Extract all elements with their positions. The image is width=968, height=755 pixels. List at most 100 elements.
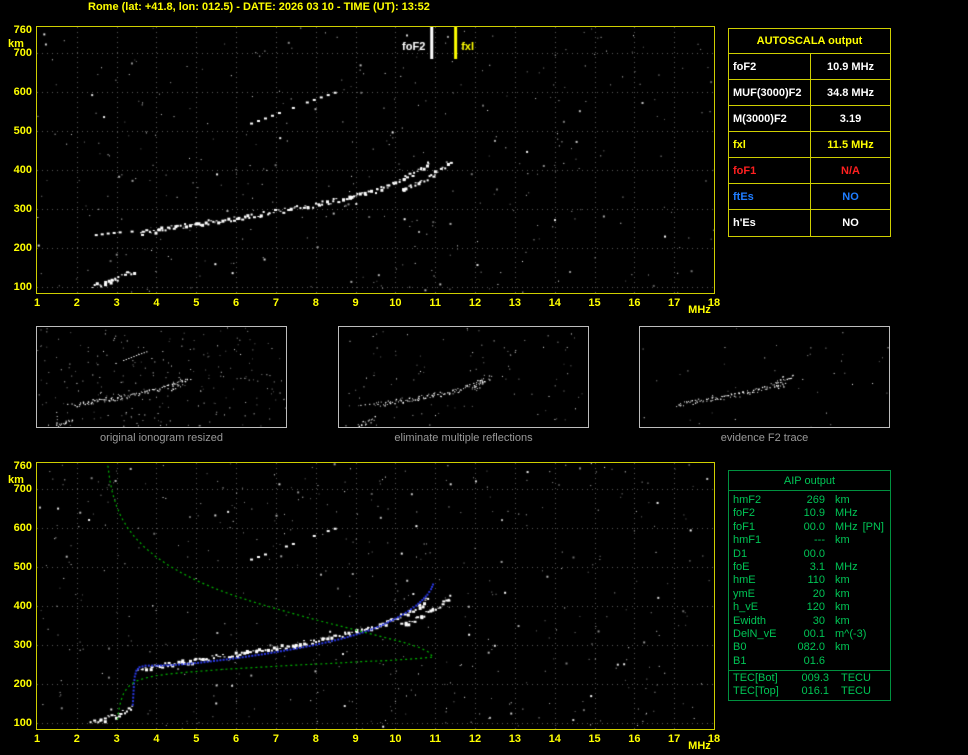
aip-row-hmE: hmE 110 km (733, 574, 886, 587)
x-tick-label: 4 (153, 733, 160, 745)
thumbnail-caption-3: evidence F2 trace (720, 432, 809, 444)
aip-output-rows: hmF2 269 km foF2 10.9 MHz foF1 00.0 MHz [PN] hmF1 -… (729, 491, 890, 668)
x-tick-label: 5 (193, 733, 200, 745)
aip-param-unit: m^(-3) (835, 627, 867, 640)
aip-output-title: AIP output (729, 471, 890, 491)
y-tick-label: 200 (13, 242, 32, 255)
aip-param-value: 30 (812, 614, 825, 627)
autoscala-output-panel: AUTOSCALA output foF2 10.9 MHz MUF(3000)F2… (728, 28, 891, 237)
aip-param-unit: MHz (835, 507, 858, 520)
autoscala-param-value: NO (842, 217, 859, 229)
autoscala-param-label: h'Es (729, 210, 811, 236)
autoscala-param-value: 34.8 MHz (826, 87, 875, 99)
measured-ionogram-canvas (36, 26, 715, 294)
aip-param-label: TEC[Top] (733, 685, 779, 697)
aip-param-label: foF1 (733, 520, 756, 533)
thumbnail-caption-2: eliminate multiple reflections (394, 432, 533, 444)
aip-param-value: --- (814, 534, 825, 547)
aip-row-hmF2: hmF2 269 km (733, 494, 886, 507)
aip-row-B1: B1 01.6 (733, 655, 886, 668)
x-tick-label: 1 (33, 297, 41, 309)
x-axis-unit-label: MHz (688, 740, 711, 752)
x-tick-label: 15 (588, 297, 601, 309)
station-date-time-title: Rome (lat: +41.8, lon: 012.5) - DATE: 20… (88, 1, 430, 13)
x-tick-label: 13 (508, 297, 521, 309)
y-tick-label: 500 (13, 561, 32, 574)
autoscala-param-value: 10.9 MHz (826, 61, 875, 73)
y-tick-label: 300 (13, 639, 32, 652)
x-tick-label: 16 (628, 733, 641, 745)
aip-param-label: B0 (733, 641, 747, 654)
thumbnail-original-ionogram (36, 326, 287, 428)
autoscala-row-foF2: foF2 10.9 MHz (729, 54, 890, 80)
x-tick-label: 5 (193, 297, 200, 309)
autoscala-row-ftEs: ftEs NO (729, 184, 890, 210)
y-tick-label: 600 (13, 86, 32, 99)
autoscala-row-hEs: h'Es NO (729, 210, 890, 236)
x-tick-label: 3 (113, 733, 120, 745)
aip-param-value: 120 (806, 601, 825, 614)
x-tick-label: 12 (468, 733, 482, 745)
aip-param-unit: km (835, 601, 850, 614)
aip-row-hmF1: hmF1 --- km (733, 534, 886, 547)
aip-param-label: hmF2 (733, 494, 762, 506)
thumbnail-caption-1: original ionogram resized (100, 432, 223, 444)
aip-param-unit: TECU (841, 672, 871, 684)
aip-output-panel: AIP output hmF2 269 km foF2 10.9 MHz foF1 00.0 M… (728, 470, 891, 701)
autoscala-output-title: AUTOSCALA output (729, 29, 890, 54)
aip-row-D1: D1 00.0 (733, 548, 886, 561)
aip-row-hvE: h_vE 120 km (733, 601, 886, 614)
aip-row-TECTop: TEC[Top] 016.1 TECU (733, 685, 886, 698)
aip-param-label: hmF1 (733, 534, 762, 547)
x-tick-label: 6 (233, 733, 240, 745)
thumbnail-evidence-f2-trace (639, 326, 890, 428)
aip-param-unit: TECU (841, 685, 871, 697)
x-tick-label: 14 (548, 733, 561, 745)
y-axis-unit-label: km (8, 474, 24, 486)
x-tick-label: 4 (153, 297, 160, 309)
aip-param-label: foF2 (733, 507, 756, 520)
aip-row-Ewidth: Ewidth 30 km (733, 615, 886, 628)
x-tick-label: 7 (272, 297, 279, 309)
aip-param-unit: MHz (835, 560, 858, 573)
autoscala-param-label: fxl (729, 132, 811, 157)
x-tick-label: 17 (668, 297, 681, 309)
autoscala-param-label: MUF(3000)F2 (729, 80, 811, 105)
aip-param-value: 00.0 (803, 547, 825, 560)
aip-param-unit: km (835, 614, 850, 627)
aip-param-value: 082.0 (797, 641, 825, 654)
aip-row-foF2: foF2 10.9 MHz (733, 507, 886, 520)
autoscala-param-value: N/A (841, 165, 860, 177)
y-tick-label: 500 (13, 125, 32, 138)
aip-param-unit: MHz (835, 520, 858, 533)
aip-param-value: 110 (807, 574, 825, 587)
x-tick-label: 10 (389, 733, 402, 745)
aip-param-label: foE (733, 560, 750, 573)
autoscala-row-foF1: foF1 N/A (729, 158, 890, 184)
x-tick-label: 15 (588, 733, 601, 745)
aip-param-value: 01.6 (803, 654, 825, 667)
x-tick-label: 17 (668, 733, 681, 745)
x-tick-label: 13 (508, 733, 521, 745)
aip-param-value: 009.3 (801, 672, 829, 684)
y-tick-label: 300 (13, 203, 32, 216)
x-tick-label: 6 (233, 297, 240, 309)
x-tick-label: 3 (113, 297, 120, 309)
aip-param-unit: km (835, 641, 850, 654)
aip-row-TECBot: TEC[Bot] 009.3 TECU (733, 672, 886, 685)
aip-row-B0: B0 082.0 km (733, 641, 886, 654)
autoscala-row-MUF3000F2: MUF(3000)F2 34.8 MHz (729, 80, 890, 106)
profile-ionogram-canvas (36, 462, 715, 730)
autoscala-param-label: ftEs (729, 184, 811, 209)
y-tick-label: 760 (13, 23, 32, 36)
autoscala-param-label: foF1 (729, 158, 811, 183)
aip-param-label: ymE (733, 587, 755, 600)
aip-row-ymE: ymE 20 km (733, 588, 886, 601)
autoscala-param-label: M(3000)F2 (729, 106, 811, 131)
y-tick-label: 100 (13, 717, 32, 730)
x-tick-label: 7 (272, 733, 279, 745)
y-tick-label: 100 (13, 281, 32, 294)
autoscala-param-label: foF2 (729, 54, 811, 79)
x-tick-label: 14 (548, 297, 561, 309)
thumbnail-eliminate-multiples (338, 326, 589, 428)
